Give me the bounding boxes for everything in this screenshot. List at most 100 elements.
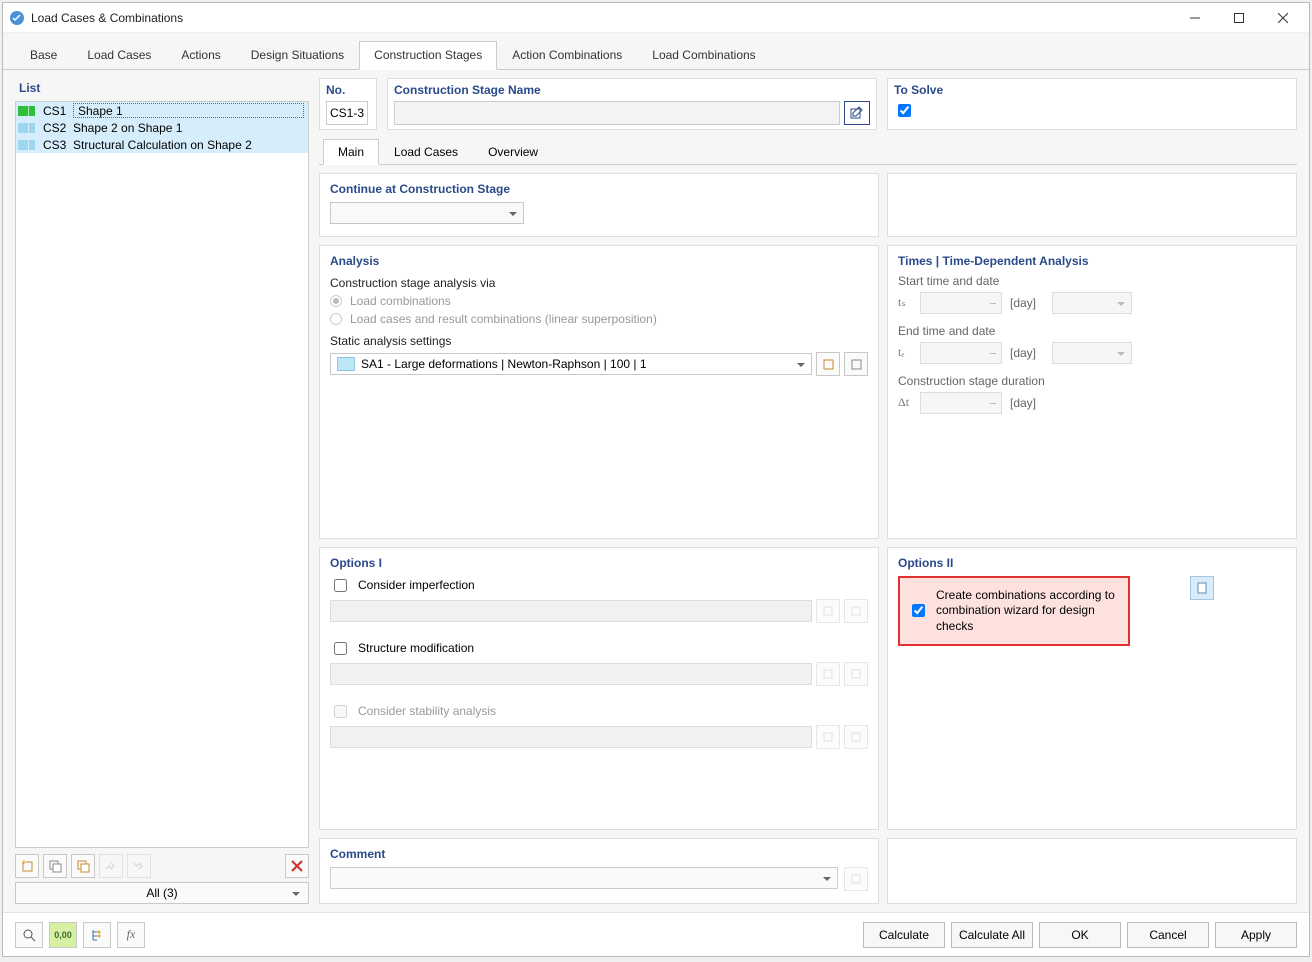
analysis-title: Analysis [330,254,868,268]
radio-icon [330,313,342,325]
list-toolbar [15,854,309,878]
tool-disabled-1 [99,854,123,878]
continue-card: Continue at Construction Stage [319,173,879,237]
ok-button[interactable]: OK [1039,922,1121,948]
close-button[interactable] [1261,4,1305,32]
calculate-all-button[interactable]: Calculate All [951,922,1033,948]
comment-input[interactable] [330,867,838,889]
stability-new-button [816,725,840,749]
list-item[interactable]: CS2 Shape 2 on Shape 1 [16,119,308,136]
tab-load-combinations[interactable]: Load Combinations [637,41,770,70]
tab-load-cases[interactable]: Load Cases [72,41,166,70]
tab-base[interactable]: Base [15,41,72,70]
stage-name-input[interactable] [394,101,840,125]
list-item-code: CS1 [41,104,67,118]
analysis-via-label: Construction stage analysis via [330,276,868,290]
no-label: No. [326,83,370,97]
app-icon [9,10,25,26]
maximize-button[interactable] [1217,4,1261,32]
list-item-code: CS2 [41,121,67,135]
tab-action-combinations[interactable]: Action Combinations [497,41,637,70]
solve-box: To Solve [887,78,1297,130]
sub-tab-overview[interactable]: Overview [473,139,553,165]
radio-load-combinations: Load combinations [330,294,868,308]
times-card: Times | Time-Dependent Analysis Start ti… [887,245,1297,539]
sub-tabs: Main Load Cases Overview [319,138,1297,165]
new-item-button[interactable] [15,854,39,878]
start-date-dropdown [1052,292,1132,314]
delete-button[interactable] [285,854,309,878]
tab-design-situations[interactable]: Design Situations [236,41,359,70]
tree-icon [90,928,104,942]
create-combinations-highlight: Create combinations according to combina… [898,576,1130,647]
edit-icon [850,106,864,120]
footer-toolbar: 0,00 fx [15,922,145,948]
structure-mod-input [330,663,812,685]
duration-input [920,392,1002,414]
list-item[interactable]: CS1 Shape 1 [16,102,308,119]
comment-title: Comment [330,847,868,861]
continue-dropdown[interactable] [330,202,524,224]
create-combinations-checkbox[interactable] [912,604,925,617]
start-time-input [920,292,1002,314]
tool-disabled-2 [127,854,151,878]
static-settings-label: Static analysis settings [330,334,868,348]
footer-units-button[interactable]: 0,00 [49,922,77,948]
sa-edit-button[interactable] [844,352,868,376]
end-date-dropdown [1052,342,1132,364]
tab-actions[interactable]: Actions [166,41,235,70]
window-title: Load Cases & Combinations [31,11,1173,25]
rename-button[interactable] [844,101,870,125]
right-panel: No. CS1-3 Construction Stage Name To Sol… [319,78,1297,904]
static-analysis-dropdown[interactable]: SA1 - Large deformations | Newton-Raphso… [330,353,812,375]
continue-title: Continue at Construction Stage [330,182,868,196]
copy-item-button[interactable] [43,854,67,878]
to-solve-checkbox[interactable] [898,104,911,117]
stability-input [330,726,812,748]
comment-card: Comment [319,838,879,904]
filter-dropdown[interactable]: All (3) [15,882,309,904]
list-item-name-edit[interactable]: Shape 1 [73,103,304,118]
list-item[interactable]: CS3 Structural Calculation on Shape 2 [16,136,308,153]
name-label: Construction Stage Name [394,83,870,97]
list-header: List [15,78,309,101]
options2-card: Options II Create combinations according… [887,547,1297,831]
list-panel: List CS1 Shape 1 CS2 Shape 2 on Shape 1 … [15,78,309,904]
sub-tab-load-cases[interactable]: Load Cases [379,139,473,165]
times-title: Times | Time-Dependent Analysis [898,254,1286,268]
options1-card: Options I Consider imperfection Structur… [319,547,879,831]
calculate-button[interactable]: Calculate [863,922,945,948]
footer-tree-button[interactable] [83,922,111,948]
tab-construction-stages[interactable]: Construction Stages [359,41,497,70]
footer-search-button[interactable] [15,922,43,948]
copy-item-button-2[interactable] [71,854,95,878]
options2-settings-button[interactable] [1190,576,1214,600]
apply-button[interactable]: Apply [1215,922,1297,948]
radio-icon [330,295,342,307]
stability-edit-button [844,725,868,749]
minimize-button[interactable] [1173,4,1217,32]
document-icon [1195,581,1209,595]
sa-value: SA1 - Large deformations | Newton-Raphso… [361,357,647,371]
imperfection-check-row: Consider imperfection [330,576,868,595]
stability-checkbox [334,705,347,718]
titlebar: Load Cases & Combinations [3,3,1309,33]
cancel-button[interactable]: Cancel [1127,922,1209,948]
no-input[interactable]: CS1-3 [326,101,368,125]
imperfection-edit-button [844,599,868,623]
sub-tab-main[interactable]: Main [323,139,379,165]
no-box: No. CS1-3 [319,78,377,130]
stage-list[interactable]: CS1 Shape 1 CS2 Shape 2 on Shape 1 CS3 S… [15,101,309,848]
imperfection-checkbox[interactable] [334,579,347,592]
footer: 0,00 fx Calculate Calculate All OK Cance… [3,912,1309,956]
solve-label: To Solve [894,83,1290,97]
options1-title: Options I [330,556,868,570]
footer-function-button[interactable]: fx [117,922,145,948]
comment-edit-button [844,867,868,891]
sa-new-button[interactable] [816,352,840,376]
name-box: Construction Stage Name [387,78,877,130]
list-item-name: Structural Calculation on Shape 2 [73,138,252,152]
create-combinations-row: Create combinations according to combina… [908,588,1120,635]
list-item-name: Shape 2 on Shape 1 [73,121,182,135]
structure-mod-checkbox[interactable] [334,642,347,655]
